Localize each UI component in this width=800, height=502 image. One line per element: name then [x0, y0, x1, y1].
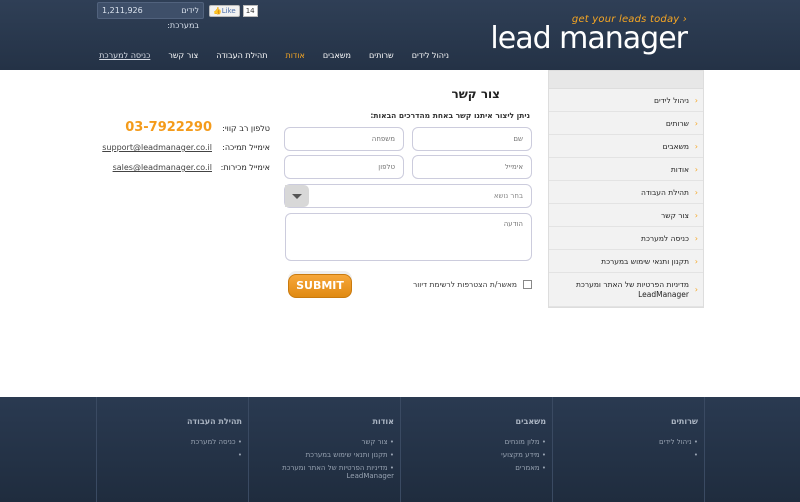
chevron-left-icon: ‹ [694, 95, 698, 105]
submit-button[interactable]: SUBMIT [288, 274, 352, 298]
chevron-left-icon: ‹ [694, 187, 698, 197]
sidebar-item-services[interactable]: ‹ שרותים [549, 112, 703, 135]
footer-link[interactable]: כניסה למערכת [97, 438, 242, 446]
phone-row: טלפון רב קווי: 03-7922290 [125, 120, 270, 135]
phone-number[interactable]: 03-7922290 [125, 120, 212, 135]
form-subtitle: ניתן ליצור איתנו קשר באחת מהדרכים הבאות: [370, 111, 530, 120]
footer-col-services: שרותים ניהול לידים [552, 397, 704, 502]
support-row: אימייל תמיכה: support@leadmanager.co.il [102, 143, 270, 152]
chevron-left-icon: ‹ [694, 164, 698, 174]
sales-label: אימייל מכירות: [220, 163, 270, 172]
footer-link[interactable] [553, 451, 698, 459]
leads-counter-label: לידים במערכת: [167, 6, 199, 30]
nav-leads[interactable]: ניהול לידים [403, 51, 458, 60]
email-input[interactable] [412, 155, 532, 179]
leads-counter: לידים במערכת: 1,211,926 [97, 2, 204, 30]
sidebar-item-workflow[interactable]: ‹ תהילת העבודה [549, 181, 703, 204]
sidebar-item-contact[interactable]: ‹ צור קשר [549, 204, 703, 227]
message-textarea[interactable] [285, 213, 532, 261]
facebook-like[interactable]: 👍Like 14 [209, 5, 258, 17]
support-label: אימייל תמיכה: [222, 143, 270, 152]
nav-services[interactable]: שרותים [360, 51, 403, 60]
like-count: 14 [242, 5, 258, 17]
footer-link[interactable]: ניהול לידים [553, 438, 698, 446]
footer-link[interactable]: מידע מקצועי [401, 451, 546, 459]
footer-link[interactable]: מדיניות הפרטיות של האתר ומערכת LeadManag… [249, 464, 394, 480]
nav-login[interactable]: כניסה למערכת [90, 51, 159, 60]
chevron-left-icon: ‹ [694, 256, 698, 266]
newsletter-checkbox[interactable] [523, 280, 532, 289]
footer-col-title: משאבים [515, 417, 546, 426]
phone-label: טלפון רב קווי: [222, 124, 270, 133]
leads-counter-value: 1,211,926 [102, 6, 143, 15]
nav-resources[interactable]: משאבים [314, 51, 360, 60]
main-nav: ניהול לידים שרותים משאבים אודות תהילת הע… [90, 51, 458, 60]
newsletter-label: מאשר/ת הצטרפות לרשימת דיוור [413, 280, 517, 289]
logo-text: lead manager [490, 21, 688, 56]
sidebar: ‹ ניהול לידים ‹ שרותים ‹ משאבים ‹ אודות ‹ תהי… [548, 70, 704, 308]
phone-input[interactable] [284, 155, 404, 179]
footer-link[interactable] [97, 451, 242, 459]
like-button[interactable]: 👍Like [209, 5, 240, 17]
chevron-left-icon: ‹ [694, 210, 698, 220]
chevron-down-icon[interactable] [285, 185, 309, 207]
sidebar-item-leads[interactable]: ‹ ניהול לידים [549, 89, 703, 112]
site-header: לידים במערכת: 1,211,926 👍Like 14 get you… [0, 0, 800, 70]
support-email-link[interactable]: support@leadmanager.co.il [102, 143, 212, 152]
sales-email-link[interactable]: sales@leadmanager.co.il [113, 163, 212, 172]
footer-col-title: תהילת העבודה [186, 417, 242, 426]
sidebar-item-about[interactable]: ‹ אודות [549, 158, 703, 181]
sales-row: אימייל מכירות: sales@leadmanager.co.il [113, 163, 270, 172]
nav-workflow[interactable]: תהילת העבודה [207, 51, 276, 60]
like-label: Like [221, 7, 236, 15]
nav-about[interactable]: אודות [276, 51, 313, 60]
subject-select[interactable]: בחר נושא [284, 184, 532, 208]
sidebar-header [549, 71, 703, 89]
footer-col-workflow: תהילת העבודה כניסה למערכת [96, 397, 248, 502]
sidebar-item-privacy[interactable]: ‹ מדיניות הפרטיות של האתר ומערכת LeadMana… [549, 273, 703, 307]
footer-divider [704, 397, 705, 502]
chevron-left-icon: ‹ [694, 141, 698, 151]
footer-col-about: אודות צור קשר תקנון ותנאי שימוש במערכת מ… [248, 397, 400, 502]
site-footer: שרותים ניהול לידים משאבים מלון מונחים מי… [0, 397, 800, 502]
family-input[interactable] [284, 127, 404, 151]
footer-link[interactable]: צור קשר [249, 438, 394, 446]
logo[interactable]: get your leads today › lead manager [490, 14, 688, 56]
footer-link[interactable]: תקנון ותנאי שימוש במערכת [249, 451, 394, 459]
nav-contact[interactable]: צור קשר [159, 51, 207, 60]
sidebar-item-login[interactable]: ‹ כניסה למערכת [549, 227, 703, 250]
footer-col-title: שרותים [670, 417, 698, 426]
footer-col-resources: משאבים מלון מונחים מידע מקצועי מאמרים [400, 397, 552, 502]
footer-link[interactable]: מאמרים [401, 464, 546, 472]
newsletter-optin[interactable]: מאשר/ת הצטרפות לרשימת דיוור [413, 280, 532, 289]
sidebar-item-resources[interactable]: ‹ משאבים [549, 135, 703, 158]
footer-col-title: אודות [372, 417, 394, 426]
footer-link[interactable]: מלון מונחים [401, 438, 546, 446]
chevron-left-icon: ‹ [694, 233, 698, 243]
sidebar-item-terms[interactable]: ‹ תקנון ותנאי שימוש במערכת [549, 250, 703, 273]
page-title: צור קשר [451, 87, 500, 101]
thumbs-up-icon: 👍 [213, 7, 222, 15]
subject-select-value: בחר נושא [493, 192, 523, 200]
chevron-left-icon: ‹ [694, 284, 698, 294]
name-input[interactable] [412, 127, 532, 151]
chevron-left-icon: ‹ [694, 118, 698, 128]
